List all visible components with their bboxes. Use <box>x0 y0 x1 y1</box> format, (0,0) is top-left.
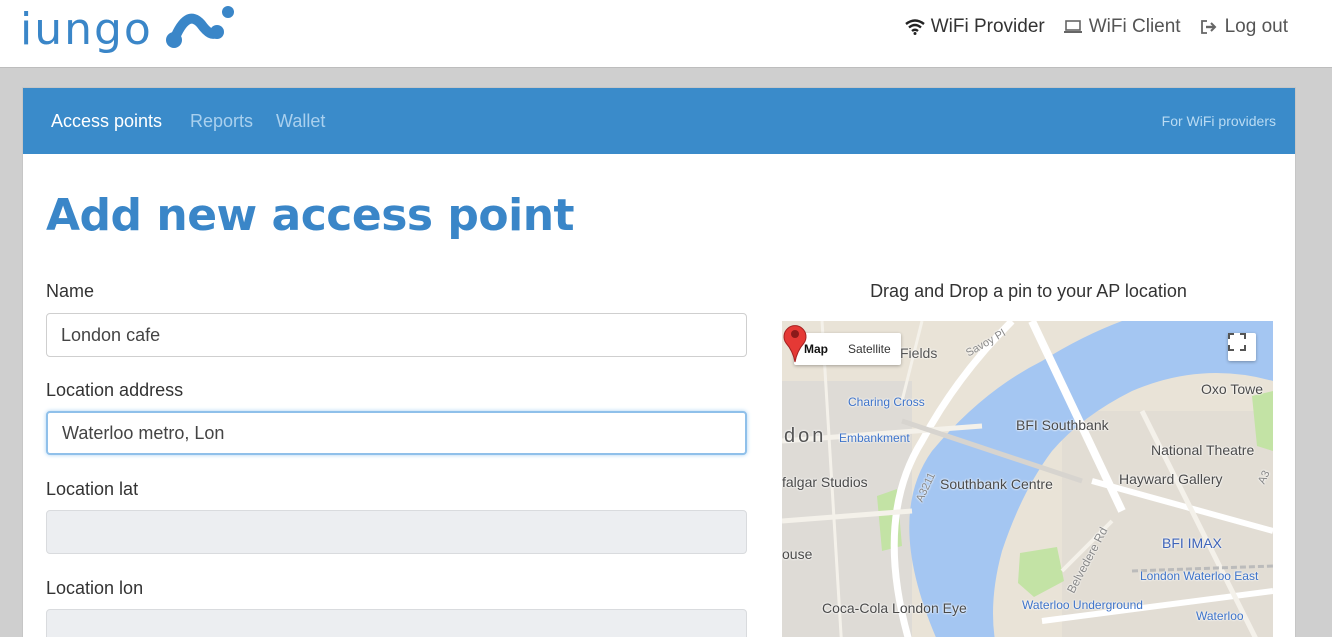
wifi-icon <box>904 17 925 37</box>
tab-reports[interactable]: Reports <box>190 111 253 132</box>
location-lat-input <box>46 510 747 554</box>
name-label: Name <box>46 281 95 301</box>
top-nav: WiFi Provider WiFi Client Log out <box>904 16 1288 38</box>
laptop-icon <box>1063 17 1083 37</box>
map-type-satellite-button[interactable]: Satellite <box>838 333 901 365</box>
map-label-oxo-tower: Oxo Towe <box>1201 381 1263 397</box>
map-label-falgar-studios: falgar Studios <box>782 474 868 490</box>
map-label-hayward-gallery: Hayward Gallery <box>1119 471 1223 487</box>
tab-wallet[interactable]: Wallet <box>276 111 325 132</box>
wifi-client-label: WiFi Client <box>1088 16 1181 37</box>
main-card: Access points Reports Wallet For WiFi pr… <box>22 87 1296 637</box>
wifi-provider-label: WiFi Provider <box>930 16 1045 37</box>
map-label-london-waterloo-east: London Waterloo East <box>1140 569 1259 583</box>
location-pin-icon[interactable] <box>782 321 808 363</box>
map-label-coca-cola-london-eye: Coca-Cola London Eye <box>822 600 967 616</box>
page-title: Add new access point <box>46 190 575 241</box>
fullscreen-button[interactable] <box>1228 333 1256 361</box>
map-label-charing-cross: Charing Cross <box>848 395 925 409</box>
map-label-waterloo-underground: Waterloo Underground <box>1022 598 1143 612</box>
wifi-client-link[interactable]: WiFi Client <box>1063 16 1181 38</box>
map-label-embankment: Embankment <box>839 431 910 445</box>
location-lon-label: Location lon <box>46 578 144 598</box>
logout-link[interactable]: Log out <box>1199 16 1288 38</box>
for-wifi-providers-link[interactable]: For WiFi providers <box>1162 113 1276 129</box>
fullscreen-icon <box>1228 333 1246 351</box>
location-lat-label: Location lat <box>46 479 139 499</box>
wifi-provider-link[interactable]: WiFi Provider <box>904 16 1045 38</box>
top-header: iungo WiFi Provider WiFi Client Log out <box>0 0 1332 68</box>
name-input[interactable] <box>46 313 747 357</box>
logo-text: iungo <box>20 4 153 55</box>
nav-bar: Access points Reports Wallet For WiFi pr… <box>23 88 1295 154</box>
tab-access-points[interactable]: Access points <box>51 111 162 132</box>
logo[interactable]: iungo <box>20 2 237 58</box>
logo-mark-icon <box>165 6 234 48</box>
map-label-fields: Fields <box>900 345 938 361</box>
logout-icon <box>1199 17 1219 37</box>
location-address-label: Location address <box>46 380 184 400</box>
map-label-southbank-centre: Southbank Centre <box>940 476 1053 492</box>
logout-label: Log out <box>1224 16 1288 37</box>
map-type-control: Map Satellite <box>794 333 901 365</box>
map-label-waterloo: Waterloo <box>1196 609 1244 623</box>
map[interactable]: Map Satellite Fields Savoy Pl Charing Cr… <box>782 321 1273 637</box>
location-address-input[interactable] <box>46 411 747 455</box>
map-caption: Drag and Drop a pin to your AP location <box>870 281 1187 301</box>
location-lon-input <box>46 609 747 637</box>
map-label-bfi-imax: BFI IMAX <box>1162 535 1222 551</box>
map-label-bfi-southbank: BFI Southbank <box>1016 417 1109 433</box>
map-label-don: don <box>784 425 827 447</box>
map-label-national-theatre: National Theatre <box>1151 442 1255 458</box>
map-label-ouse: ouse <box>782 546 813 562</box>
